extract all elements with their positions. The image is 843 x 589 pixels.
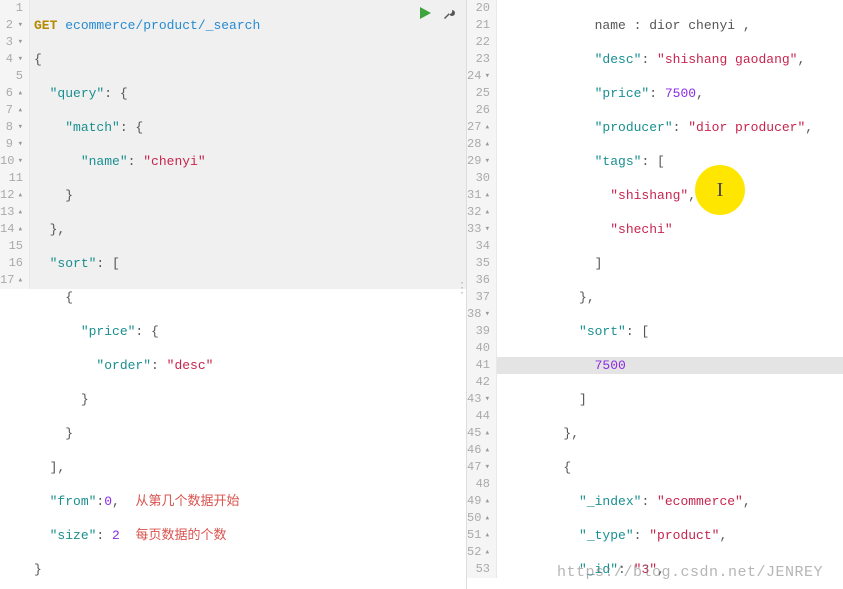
cursor-spotlight: I [695, 165, 745, 215]
wrench-icon[interactable] [442, 6, 456, 20]
left-gutter: 1 2▾ 3▾ 4▾ 5 6▴ 7▴ 8▾ 9▾ 10▾ 11 12▴ 13▴ … [0, 0, 30, 289]
left-code[interactable]: GET ecommerce/product/_search { "query":… [30, 0, 466, 589]
comment-from: 从第几个数据开始 [135, 494, 239, 509]
response-panel[interactable]: 20212223 24▾2526 27▴28▴ 29▾30 31▴32▴ 33▾… [467, 0, 843, 589]
watermark: https://blog.csdn.net/JENREY [557, 564, 823, 581]
resize-handle[interactable]: ⋮ [455, 280, 467, 297]
right-gutter: 20212223 24▾2526 27▴28▴ 29▾30 31▴32▴ 33▾… [467, 0, 497, 578]
run-button[interactable] [418, 6, 432, 20]
http-method: GET [34, 18, 57, 33]
comment-size: 每页数据的个数 [135, 528, 226, 543]
request-panel[interactable]: ⋮ 1 2▾ 3▾ 4▾ 5 6▴ 7▴ 8▾ 9▾ 10▾ 11 12▴ 13… [0, 0, 467, 589]
request-path: ecommerce/product/_search [65, 18, 260, 33]
editor-split: ⋮ 1 2▾ 3▾ 4▾ 5 6▴ 7▴ 8▾ 9▾ 10▾ 11 12▴ 13… [0, 0, 843, 589]
text-cursor-icon: I [717, 179, 724, 202]
request-toolbar [418, 6, 456, 20]
right-code[interactable]: name : dior chenyi , "desc": "shishang g… [497, 0, 843, 589]
